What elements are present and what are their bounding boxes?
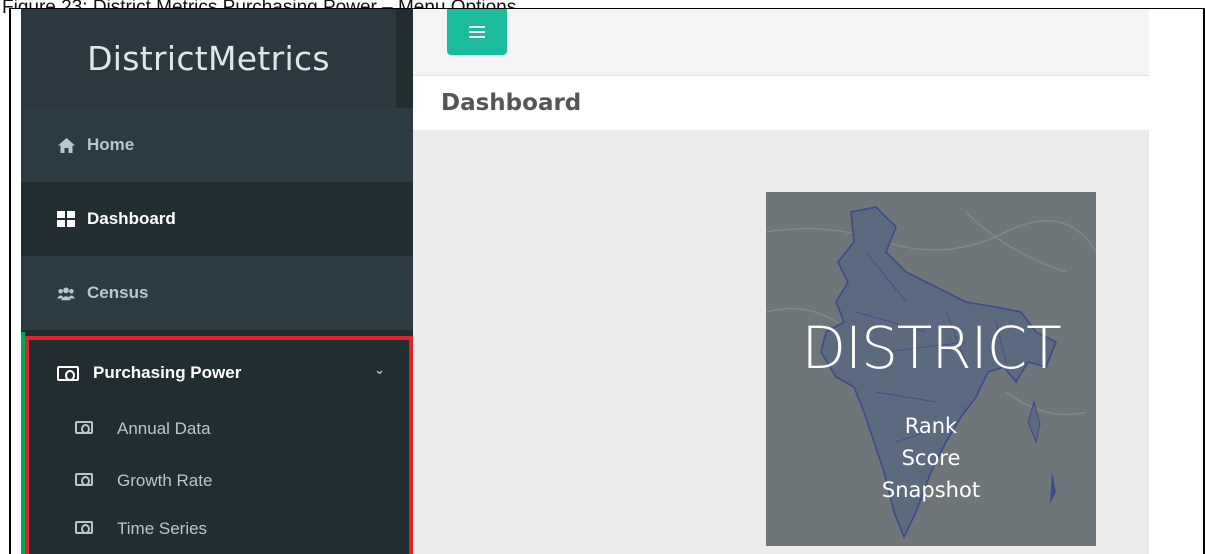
money-icon xyxy=(75,473,93,486)
money-icon xyxy=(75,421,93,434)
sidebar-item-census[interactable]: Census xyxy=(21,256,413,330)
sidebar-item-label: Home xyxy=(87,135,135,154)
money-icon xyxy=(75,521,93,534)
card-line: Score xyxy=(901,446,961,470)
page-margin xyxy=(1149,9,1203,554)
sidebar-item-label: Dashboard xyxy=(87,209,176,228)
hamburger-icon xyxy=(469,26,485,38)
card-line: Snapshot xyxy=(881,478,981,502)
money-icon xyxy=(57,365,79,381)
page-title: Dashboard xyxy=(413,76,1149,131)
submenu-item-time-series[interactable]: Time Series xyxy=(67,509,387,549)
users-icon xyxy=(57,284,75,302)
home-icon xyxy=(57,136,75,154)
chevron-down-icon[interactable]: ⌄ xyxy=(374,362,385,378)
sidebar-item-label: Purchasing Power xyxy=(93,363,242,382)
submenu-item-label: Annual Data xyxy=(117,419,211,438)
submenu-item-annual-data[interactable]: Annual Data xyxy=(67,409,387,449)
top-navbar xyxy=(413,9,1149,76)
sidebar-item-purchasing-power[interactable]: Purchasing Power ⌄ xyxy=(39,340,399,406)
card-title: DISTRICT xyxy=(801,314,1061,382)
submenu-item-label: Time Series xyxy=(117,519,208,538)
submenu-item-growth-rate[interactable]: Growth Rate xyxy=(67,461,387,501)
sidebar-toggle-button[interactable] xyxy=(447,9,507,55)
brand-logo[interactable]: DistrictMetrics xyxy=(21,9,396,108)
sidebar-item-home[interactable]: Home xyxy=(21,108,413,182)
sidebar-item-label: Census xyxy=(87,283,149,302)
dashboard-icon xyxy=(57,210,75,228)
sidebar-item-dashboard[interactable]: Dashboard xyxy=(21,182,413,256)
card-line: Rank xyxy=(904,414,958,438)
district-map-card[interactable]: DISTRICT Rank Score Snapshot xyxy=(766,192,1096,546)
submenu-item-label: Growth Rate xyxy=(117,471,213,490)
